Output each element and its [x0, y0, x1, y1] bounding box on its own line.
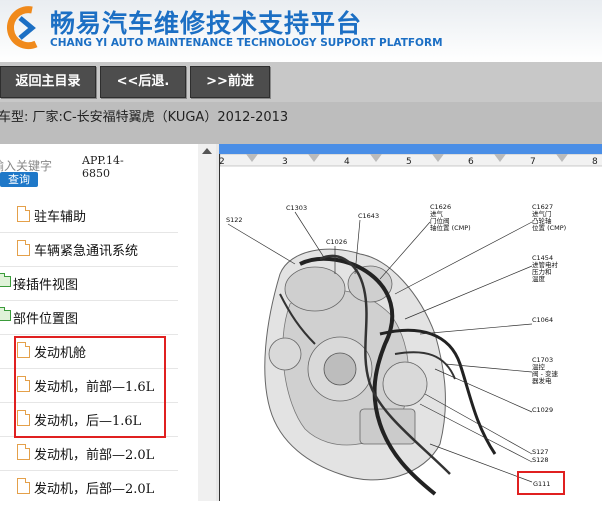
tree-item-label: 驻车辅助 [34, 210, 87, 225]
app-header: 畅易汽车维修技术支持平台 CHANG YI AUTO MAINTENANCE T… [0, 0, 602, 63]
document-icon [17, 206, 30, 222]
home-button[interactable]: 返回主目录 [0, 66, 96, 98]
highlight-box [14, 336, 166, 438]
tree-item-label: 接插件视图 [13, 278, 79, 293]
column-number: 5 [406, 157, 412, 167]
app-code-label: APP.14-6850 [82, 154, 124, 180]
vehicle-info-bar: 车型: 厂家:C-长安福特翼虎（KUGA）2012-2013 [0, 102, 602, 144]
scroll-up-arrow-icon[interactable] [202, 148, 212, 154]
callout-s127: S127 [532, 448, 549, 456]
document-icon [17, 240, 30, 256]
sidebar: 输入关键字 查询 APP.14-6850 驻车辅助 车辆紧急通讯系统 接插件视图… [0, 144, 216, 501]
callout-c1303: C1303 [286, 204, 307, 212]
tree-item-label: 车辆紧急通讯系统 [34, 244, 139, 259]
query-button[interactable]: 查询 [0, 172, 38, 187]
column-number: 3 [282, 157, 288, 167]
document-icon [17, 478, 30, 494]
vehicle-info-text: 车型: 厂家:C-长安福特翼虎（KUGA）2012-2013 [0, 110, 289, 125]
callout-c1026: C1026 [326, 238, 347, 246]
callout-c1703-line3: 器发电 [532, 376, 552, 385]
platform-title: 畅易汽车维修技术支持平台 [50, 9, 363, 38]
tree-item-engine-rear-20[interactable]: 发动机，后部—2.0L [0, 470, 178, 501]
back-button[interactable]: <<后退. [100, 66, 186, 98]
diagram-viewer: 2 3 4 5 6 7 8 S122 C1303 C1643 C1626 进气 … [216, 144, 602, 501]
column-number: 8 [592, 157, 598, 167]
column-number: 4 [344, 157, 350, 167]
callout-c1454-line3: 温度 [532, 274, 546, 283]
toolbar: 返回主目录 <<后退. >>前进 [0, 62, 602, 102]
engine-location-diagram: 2 3 4 5 6 7 8 S122 C1303 C1643 C1626 进气 … [219, 153, 602, 496]
tree-item-engine-front-20[interactable]: 发动机，前部—2.0L [0, 436, 178, 471]
callout-c1643: C1643 [358, 212, 379, 220]
forward-button[interactable]: >>前进 [190, 66, 270, 98]
tree-item-connector-views[interactable]: 接插件视图 [0, 266, 178, 301]
callout-s122: S122 [226, 216, 243, 224]
folder-open-icon [0, 307, 11, 321]
sidebar-scrollbar[interactable] [198, 144, 216, 501]
callout-c1627-line3: 位置 (CMP) [532, 223, 566, 232]
callout-s128: S128 [532, 456, 549, 464]
callout-g111: G111 [533, 480, 550, 488]
document-icon [17, 444, 30, 460]
tree-item-emergency-call[interactable]: 车辆紧急通讯系统 [0, 232, 178, 267]
callout-c1064: C1064 [532, 316, 553, 324]
changyi-logo-icon [7, 6, 38, 50]
column-number: 2 [220, 157, 225, 167]
tree-item-parking-assist[interactable]: 驻车辅助 [0, 198, 178, 233]
tree-item-label: 发动机，后部—2.0L [34, 482, 155, 497]
column-number: 7 [530, 157, 536, 167]
column-number: 6 [468, 157, 474, 167]
viewer-top-band [219, 144, 602, 154]
platform-subtitle: CHANG YI AUTO MAINTENANCE TECHNOLOGY SUP… [50, 37, 443, 49]
callout-c1626-line3: 轴位置 (CMP) [430, 223, 471, 232]
tree-item-label: 发动机，前部—2.0L [34, 448, 155, 463]
callout-c1029: C1029 [532, 406, 553, 414]
folder-icon [0, 273, 11, 287]
diagram-page: 2 3 4 5 6 7 8 S122 C1303 C1643 C1626 进气 … [219, 153, 602, 501]
tree-item-component-locations[interactable]: 部件位置图 [0, 300, 178, 335]
tree-item-label: 部件位置图 [13, 312, 79, 327]
engine-illustration [264, 248, 497, 496]
